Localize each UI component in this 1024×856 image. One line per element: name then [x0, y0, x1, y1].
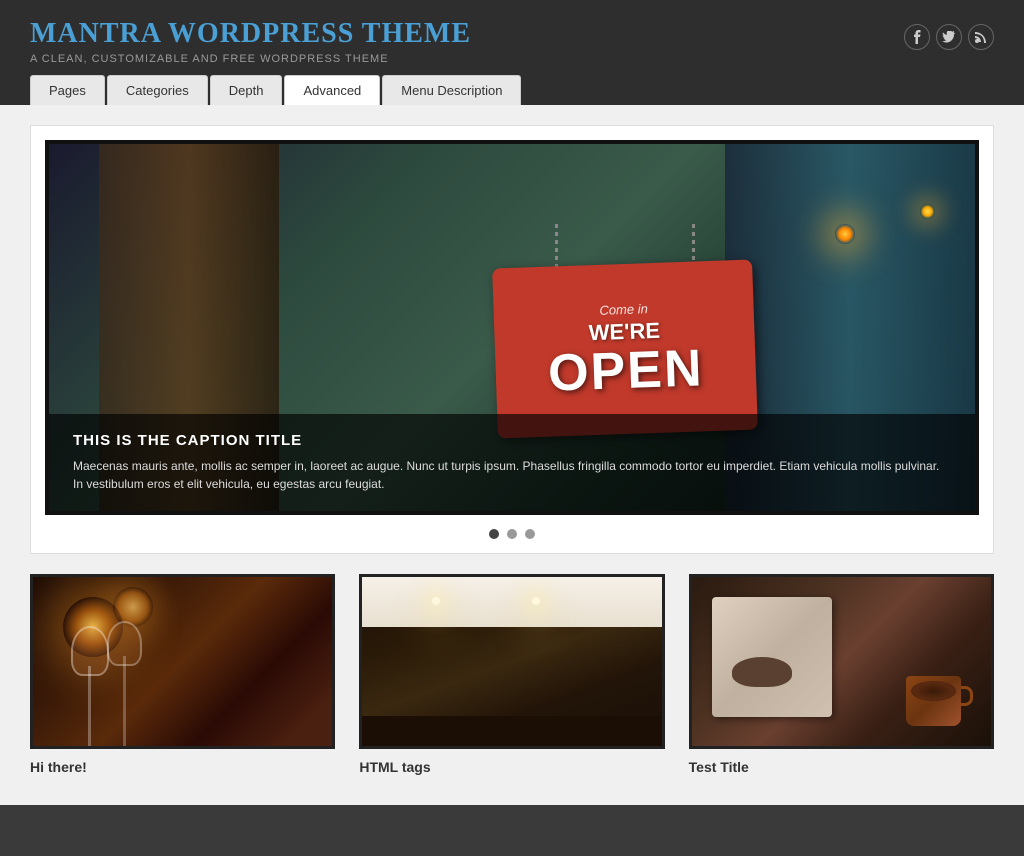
site-subtitle: A Clean, Customizable and Free WordPress…	[30, 53, 471, 65]
espresso-machine	[712, 597, 832, 717]
window-glow-2	[920, 204, 935, 219]
slider-image: Come in WE'RE OPEN This is the Caption T…	[49, 144, 975, 511]
post-image-3[interactable]	[689, 574, 994, 749]
post-card-1: Hi there!	[30, 574, 335, 775]
nav-tabs: Pages Categories Depth Advanced Menu Des…	[30, 75, 994, 105]
sign-open: OPEN	[547, 342, 704, 399]
post-image-2[interactable]	[359, 574, 664, 749]
sign-come-in: Come in	[599, 301, 648, 318]
slider-dots	[45, 529, 979, 539]
caption-text: Maecenas mauris ante, mollis ac semper i…	[73, 457, 951, 493]
espresso-group	[732, 657, 792, 687]
slider-wrapper: Come in WE'RE OPEN This is the Caption T…	[30, 125, 994, 554]
slider[interactable]: Come in WE'RE OPEN This is the Caption T…	[45, 140, 979, 515]
post-image-1[interactable]	[30, 574, 335, 749]
site-title: Mantra WordPress Theme	[30, 18, 471, 50]
slider-dot-1[interactable]	[489, 529, 499, 539]
rss-icon[interactable]	[968, 24, 994, 50]
post-title-3[interactable]: Test Title	[689, 759, 994, 775]
tab-categories[interactable]: Categories	[107, 75, 208, 105]
social-icons	[904, 24, 994, 50]
caption-title: This is the Caption Title	[73, 432, 951, 449]
sign-body: Come in WE'RE OPEN	[492, 260, 758, 439]
open-sign: Come in WE'RE OPEN	[495, 264, 755, 434]
chain-left	[555, 224, 558, 269]
glass-stem-1	[88, 666, 91, 746]
post-title-2[interactable]: HTML tags	[359, 759, 664, 775]
coffee-surface	[911, 681, 956, 701]
coffee-cup	[906, 676, 961, 726]
post-img-wine	[33, 577, 332, 746]
post-title-1[interactable]: Hi there!	[30, 759, 335, 775]
cafe-ceiling	[362, 577, 661, 627]
posts-grid: Hi there! HTML tags	[30, 574, 994, 775]
tab-menu-description[interactable]: Menu Description	[382, 75, 521, 105]
caption-overlay: This is the Caption Title Maecenas mauri…	[49, 414, 975, 511]
slider-dot-2[interactable]	[507, 529, 517, 539]
tab-advanced[interactable]: Advanced	[284, 75, 380, 105]
cafe-floor	[362, 716, 661, 746]
tab-depth[interactable]: Depth	[210, 75, 283, 105]
tab-pages[interactable]: Pages	[30, 75, 105, 105]
post-img-cafe	[362, 577, 661, 746]
post-img-coffee	[692, 577, 991, 746]
glass-stem-2	[123, 656, 126, 746]
post-card-3: Test Title	[689, 574, 994, 775]
main-content: Come in WE'RE OPEN This is the Caption T…	[0, 105, 1024, 805]
post-card-2: HTML tags	[359, 574, 664, 775]
twitter-icon[interactable]	[936, 24, 962, 50]
window-glow-1	[835, 224, 855, 244]
facebook-icon[interactable]	[904, 24, 930, 50]
site-header: Mantra WordPress Theme A Clean, Customiz…	[0, 0, 1024, 105]
site-branding: Mantra WordPress Theme A Clean, Customiz…	[30, 18, 471, 65]
cup-handle	[961, 686, 973, 706]
slider-dot-3[interactable]	[525, 529, 535, 539]
